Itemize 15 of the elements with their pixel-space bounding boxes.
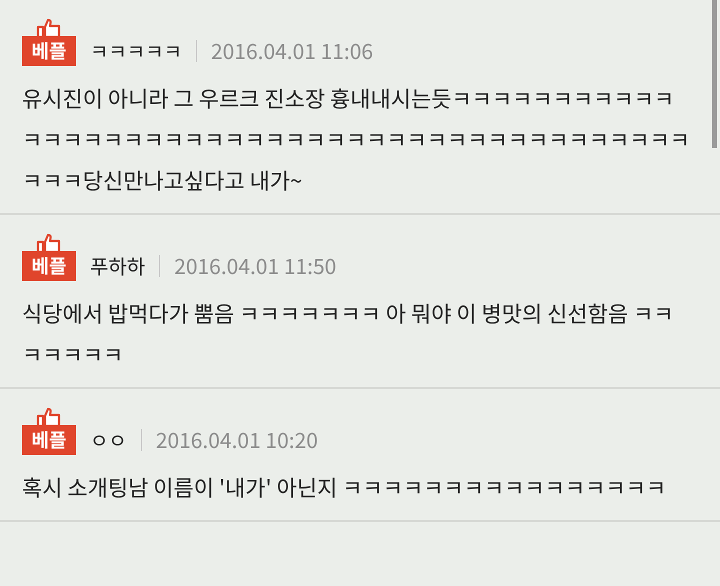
comment-time: 2016.04.01 11:06 (211, 36, 374, 66)
comment-time: 2016.04.01 11:50 (174, 251, 336, 281)
best-badge: 베플 (22, 251, 76, 281)
best-badge: 베플 (22, 36, 76, 66)
comment-text: 식당에서 밥먹다가 뿜음 ㅋㅋㅋㅋㅋㅋㅋ 아 뭐야 이 병맛의 신선함음 ㅋㅋㅋㅋㅋㅋㅋ (22, 296, 675, 372)
comment-text: 혹시 소개팅남 이름이 '내가' 아닌지 ㅋㅋㅋㅋㅋㅋㅋㅋㅋㅋㅋㅋㅋㅋㅋㅋ (22, 470, 668, 505)
author-name: ㅇㅇ (90, 425, 127, 455)
comment-text: 유시진이 아니라 그 우르크 진소장 흉내내시는듯ㅋㅋㅋㅋㅋㅋㅋㅋㅋㅋㅋㅋㅋㅋㅋㅋㅋㅋㅋㅋㅋㅋㅋㅋㅋㅋㅋㅋㅋㅋㅋㅋㅋㅋㅋㅋㅋㅋㅋㅋㅋㅋㅋㅋㅋㅋㅋ당신만나고싶다고 내가~ (22, 81, 690, 198)
author-name: ㅋㅋㅋㅋㅋ (90, 36, 182, 66)
thumbs-up-icon (36, 233, 62, 253)
thumbs-up-icon (36, 18, 62, 38)
best-badge: 베플 (22, 425, 76, 455)
comment-time: 2016.04.01 10:20 (156, 425, 318, 455)
author-name: 푸하하 (90, 251, 146, 281)
thumbs-up-icon (36, 407, 62, 427)
